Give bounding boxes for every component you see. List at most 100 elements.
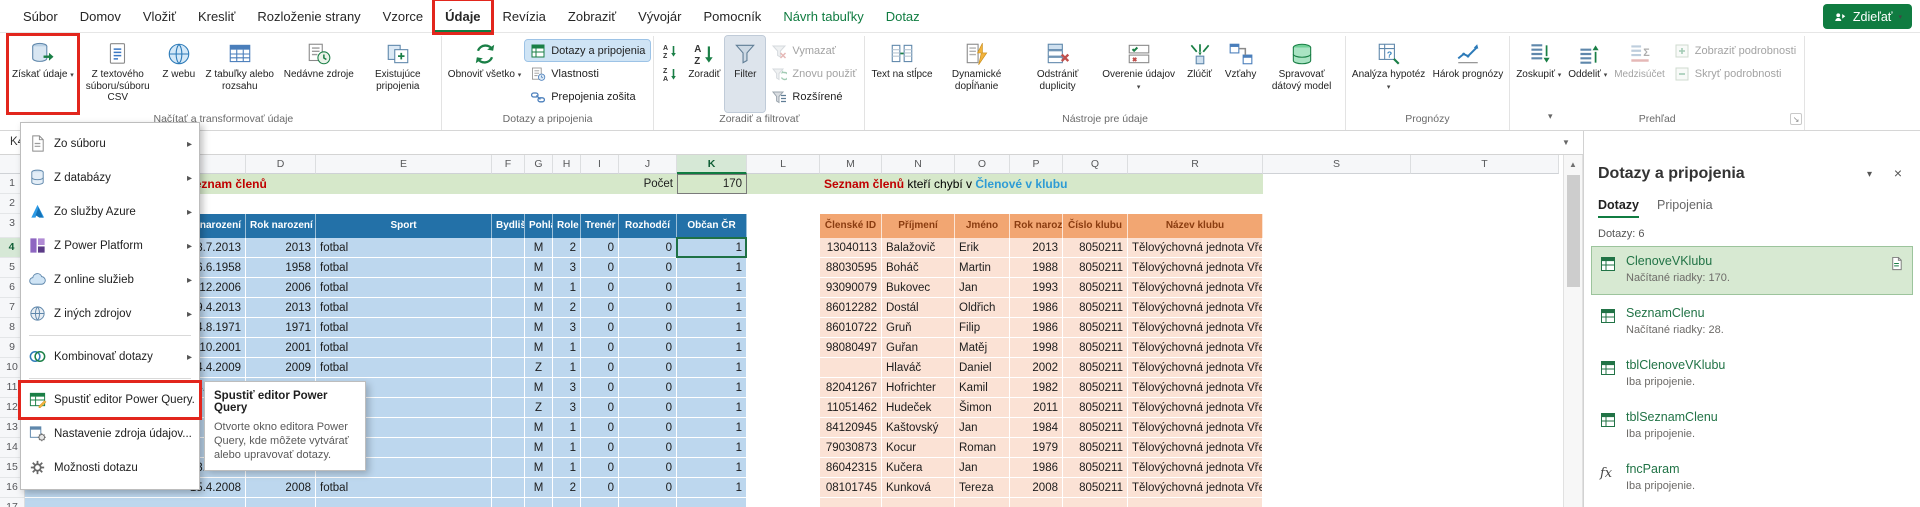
cell-Q8[interactable]: 8050211 bbox=[1063, 318, 1128, 338]
header-cell-N3[interactable]: Příjmení bbox=[882, 214, 955, 238]
cell-Q9[interactable]: 8050211 bbox=[1063, 338, 1128, 358]
tab-domov[interactable]: Domov bbox=[69, 0, 132, 33]
from-text-csv-button[interactable]: Z textového súboru/súboru CSV bbox=[78, 36, 158, 112]
column-header-K[interactable]: K bbox=[677, 155, 747, 174]
cell-R15[interactable]: Tělovýchovná jednota Vřesina bbox=[1128, 458, 1263, 478]
cell-Q15[interactable]: 8050211 bbox=[1063, 458, 1128, 478]
cell-I12[interactable]: 0 bbox=[581, 398, 619, 418]
pane-tab-dotazy[interactable]: Dotazy bbox=[1598, 198, 1639, 218]
cell-P6[interactable]: 1993 bbox=[1010, 278, 1063, 298]
tab-vyvojar[interactable]: Vývojár bbox=[627, 0, 692, 33]
cell-F16[interactable] bbox=[492, 478, 525, 498]
cell-H5[interactable]: 3 bbox=[553, 258, 581, 278]
menu-item-z-databazy[interactable]: Z databázy▸ bbox=[21, 161, 199, 195]
cell-R9[interactable]: Tělovýchovná jednota Vřesina bbox=[1128, 338, 1263, 358]
cell-G4[interactable]: M bbox=[525, 238, 553, 258]
ungroup-button[interactable]: Oddeliť ▾ bbox=[1565, 36, 1610, 112]
header-cell-G3[interactable]: Pohlaví bbox=[525, 214, 553, 238]
cell-O6[interactable]: Jan bbox=[955, 278, 1010, 298]
tab-subor[interactable]: Súbor bbox=[12, 0, 69, 33]
cell-G17[interactable] bbox=[525, 498, 553, 507]
cell-H16[interactable]: 2 bbox=[553, 478, 581, 498]
cell-O7[interactable]: Oldřich bbox=[955, 298, 1010, 318]
column-header-Q[interactable]: Q bbox=[1063, 155, 1128, 174]
cell-R11[interactable]: Tělovýchovná jednota Vřesina bbox=[1128, 378, 1263, 398]
cell-R12[interactable]: Tělovýchovná jednota Vřesina bbox=[1128, 398, 1263, 418]
cell-O8[interactable]: Filip bbox=[955, 318, 1010, 338]
cell-O17[interactable] bbox=[955, 498, 1010, 507]
cell-E16[interactable]: fotbal bbox=[316, 478, 492, 498]
cell-G9[interactable]: M bbox=[525, 338, 553, 358]
cell-R14[interactable]: Tělovýchovná jednota Vřesina bbox=[1128, 438, 1263, 458]
cell-K5[interactable]: 1 bbox=[677, 258, 747, 278]
sort-button[interactable]: AZZoradiť bbox=[684, 36, 724, 112]
cell-D4[interactable]: 2013 bbox=[246, 238, 316, 258]
vertical-scrollbar[interactable]: ▲ bbox=[1563, 155, 1583, 507]
cell-J14[interactable]: 0 bbox=[619, 438, 677, 458]
header-cell-D3[interactable]: Rok narození bbox=[246, 214, 316, 238]
cell-R4[interactable]: Tělovýchovná jednota Vřesina bbox=[1128, 238, 1263, 258]
menu-item-nastavenie-zdroja-udajov[interactable]: Nastavenie zdroja údajov... bbox=[21, 417, 199, 451]
cell-Q14[interactable]: 8050211 bbox=[1063, 438, 1128, 458]
tab-pomocnik[interactable]: Pomocník bbox=[693, 0, 773, 33]
cell-O13[interactable]: Jan bbox=[955, 418, 1010, 438]
cell-I5[interactable]: 0 bbox=[581, 258, 619, 278]
cell-F4[interactable] bbox=[492, 238, 525, 258]
cell-G15[interactable]: M bbox=[525, 458, 553, 478]
cell-J17[interactable] bbox=[619, 498, 677, 507]
menu-item-moznosti-dotazu[interactable]: Možnosti dotazu bbox=[21, 451, 199, 485]
cell-Q17[interactable] bbox=[1063, 498, 1128, 507]
cell-E6[interactable]: fotbal bbox=[316, 278, 492, 298]
tab-udaje[interactable]: Údaje bbox=[434, 0, 491, 33]
cell-K8[interactable]: 1 bbox=[677, 318, 747, 338]
cell-E10[interactable]: fotbal bbox=[316, 358, 492, 378]
cell-Q13[interactable]: 8050211 bbox=[1063, 418, 1128, 438]
cell-G10[interactable]: Z bbox=[525, 358, 553, 378]
cell-P7[interactable]: 1986 bbox=[1010, 298, 1063, 318]
cell-K13[interactable]: 1 bbox=[677, 418, 747, 438]
cell-F11[interactable] bbox=[492, 378, 525, 398]
cell-G11[interactable]: M bbox=[525, 378, 553, 398]
cell-I11[interactable]: 0 bbox=[581, 378, 619, 398]
cell-P11[interactable]: 1982 bbox=[1010, 378, 1063, 398]
query-item-tblseznamclenu[interactable]: tblSeznamClenuIba pripojenie. bbox=[1591, 402, 1913, 451]
formula-input[interactable] bbox=[136, 131, 1549, 154]
cell-N17[interactable] bbox=[882, 498, 955, 507]
cell-N10[interactable]: Hlaváč bbox=[882, 358, 955, 378]
cell-N15[interactable]: Kučera bbox=[882, 458, 955, 478]
header-cell-O3[interactable]: Jméno bbox=[955, 214, 1010, 238]
column-header-D[interactable]: D bbox=[246, 155, 316, 174]
query-item-seznamclenu[interactable]: SeznamClenuNačítané riadky: 28. bbox=[1591, 298, 1913, 347]
cell-M17[interactable] bbox=[820, 498, 882, 507]
cell-F17[interactable] bbox=[492, 498, 525, 507]
cell-R17[interactable] bbox=[1128, 498, 1263, 507]
cell-D16[interactable]: 2008 bbox=[246, 478, 316, 498]
queries-connections-toggle[interactable]: Dotazy a pripojenia bbox=[525, 40, 650, 61]
cell-P9[interactable]: 1998 bbox=[1010, 338, 1063, 358]
ribbon-collapse-chevron[interactable]: ▾ bbox=[1542, 109, 1559, 124]
cell-I4[interactable]: 0 bbox=[581, 238, 619, 258]
column-header-F[interactable]: F bbox=[492, 155, 525, 174]
group-button[interactable]: Zoskupiť ▾ bbox=[1513, 36, 1564, 112]
from-table-range-button[interactable]: Z tabuľky alebo rozsahu bbox=[200, 36, 280, 112]
cell-K14[interactable]: 1 bbox=[677, 438, 747, 458]
cell-R16[interactable]: Tělovýchovná jednota Vřesina bbox=[1128, 478, 1263, 498]
get-data-button[interactable]: Získať údaje ▾ bbox=[9, 36, 77, 112]
tab-dotaz[interactable]: Dotaz bbox=[875, 0, 931, 33]
cell-J16[interactable]: 0 bbox=[619, 478, 677, 498]
consolidate-button[interactable]: Zlúčiť bbox=[1180, 36, 1220, 112]
tab-zobrazit[interactable]: Zobraziť bbox=[557, 0, 627, 33]
cell-F14[interactable] bbox=[492, 438, 525, 458]
column-header-S[interactable]: S bbox=[1263, 155, 1411, 174]
header-cell-M3[interactable]: Členské ID bbox=[820, 214, 882, 238]
cell-H13[interactable]: 1 bbox=[553, 418, 581, 438]
cell-H12[interactable]: 3 bbox=[553, 398, 581, 418]
what-if-analysis-button[interactable]: ?Analýza hypotéz ▾ bbox=[1349, 36, 1429, 112]
tab-revizia[interactable]: Revízia bbox=[492, 0, 557, 33]
relationships-button[interactable]: Vzťahy bbox=[1221, 36, 1261, 112]
existing-connections-button[interactable]: Existujúce pripojenia bbox=[358, 36, 438, 112]
dialog-launcher-icon[interactable]: ↘ bbox=[1790, 113, 1802, 125]
cell-J7[interactable]: 0 bbox=[619, 298, 677, 318]
scrollbar-thumb[interactable] bbox=[1567, 175, 1580, 287]
cell-F12[interactable] bbox=[492, 398, 525, 418]
